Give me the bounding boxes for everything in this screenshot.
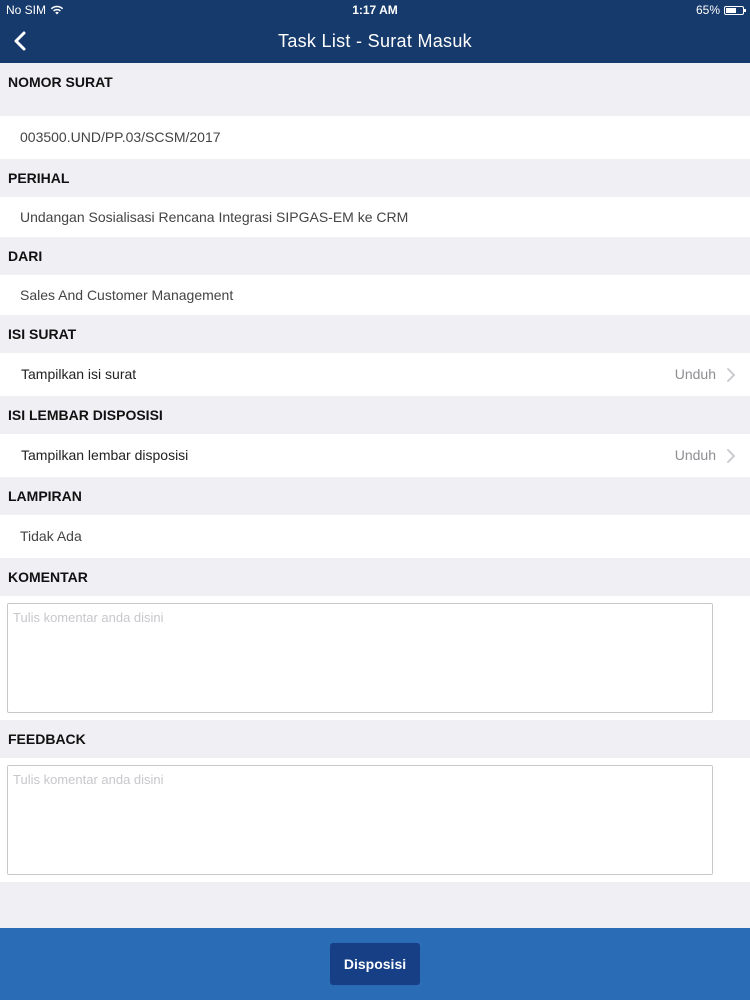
view-isi-surat-label: Tampilkan isi surat bbox=[21, 366, 137, 382]
section-header-isi-lembar-disposisi: ISI LEMBAR DISPOSISI bbox=[8, 407, 163, 423]
feedback-input[interactable] bbox=[7, 765, 713, 875]
section-header-dari: DARI bbox=[8, 248, 43, 264]
section-header-feedback: FEEDBACK bbox=[8, 731, 86, 747]
battery-status: 65% bbox=[695, 3, 746, 17]
section-header-komentar: KOMENTAR bbox=[8, 569, 88, 585]
chevron-right-icon bbox=[727, 368, 736, 382]
status-time: 1:17 AM bbox=[352, 3, 398, 17]
view-lembar-disposisi-row[interactable]: Tampilkan lembar disposisi Unduh bbox=[0, 434, 750, 477]
unduh-lembar-disposisi-link[interactable]: Unduh bbox=[675, 434, 716, 477]
section-header-lampiran: LAMPIRAN bbox=[8, 488, 82, 504]
disposisi-button[interactable]: Disposisi bbox=[330, 943, 420, 985]
lampiran-value: Tidak Ada bbox=[0, 515, 750, 558]
section-header-isi-surat: ISI SURAT bbox=[8, 326, 77, 342]
komentar-container bbox=[0, 596, 750, 720]
view-lembar-disposisi-label: Tampilkan lembar disposisi bbox=[21, 447, 189, 463]
section-header-perihal: PERIHAL bbox=[8, 170, 70, 186]
perihal-value: Undangan Sosialisasi Rencana Integrasi S… bbox=[0, 197, 750, 237]
battery-percent: 65% bbox=[695, 3, 720, 17]
battery-icon bbox=[724, 5, 746, 15]
battery-fill bbox=[726, 7, 737, 13]
nomor-surat-value: 003500.UND/PP.03/SCSM/2017 bbox=[0, 116, 750, 159]
feedback-container bbox=[0, 758, 750, 882]
view-isi-surat-row[interactable]: Tampilkan isi surat Unduh bbox=[0, 353, 750, 396]
komentar-input[interactable] bbox=[7, 603, 713, 713]
unduh-isi-surat-link[interactable]: Unduh bbox=[675, 353, 716, 396]
dari-value: Sales And Customer Management bbox=[0, 275, 750, 315]
page-title: Task List - Surat Masuk bbox=[278, 31, 472, 51]
section-header-nomor-surat: NOMOR SURAT bbox=[8, 74, 113, 90]
status-bar: No SIM 1:17 AM 65% bbox=[0, 0, 750, 20]
nav-bar: Task List - Surat Masuk bbox=[0, 20, 750, 63]
detail-content: NOMOR SURAT 003500.UND/PP.03/SCSM/2017 P… bbox=[0, 63, 750, 882]
footer-bar: Disposisi bbox=[0, 928, 750, 1000]
chevron-right-icon bbox=[727, 449, 736, 463]
